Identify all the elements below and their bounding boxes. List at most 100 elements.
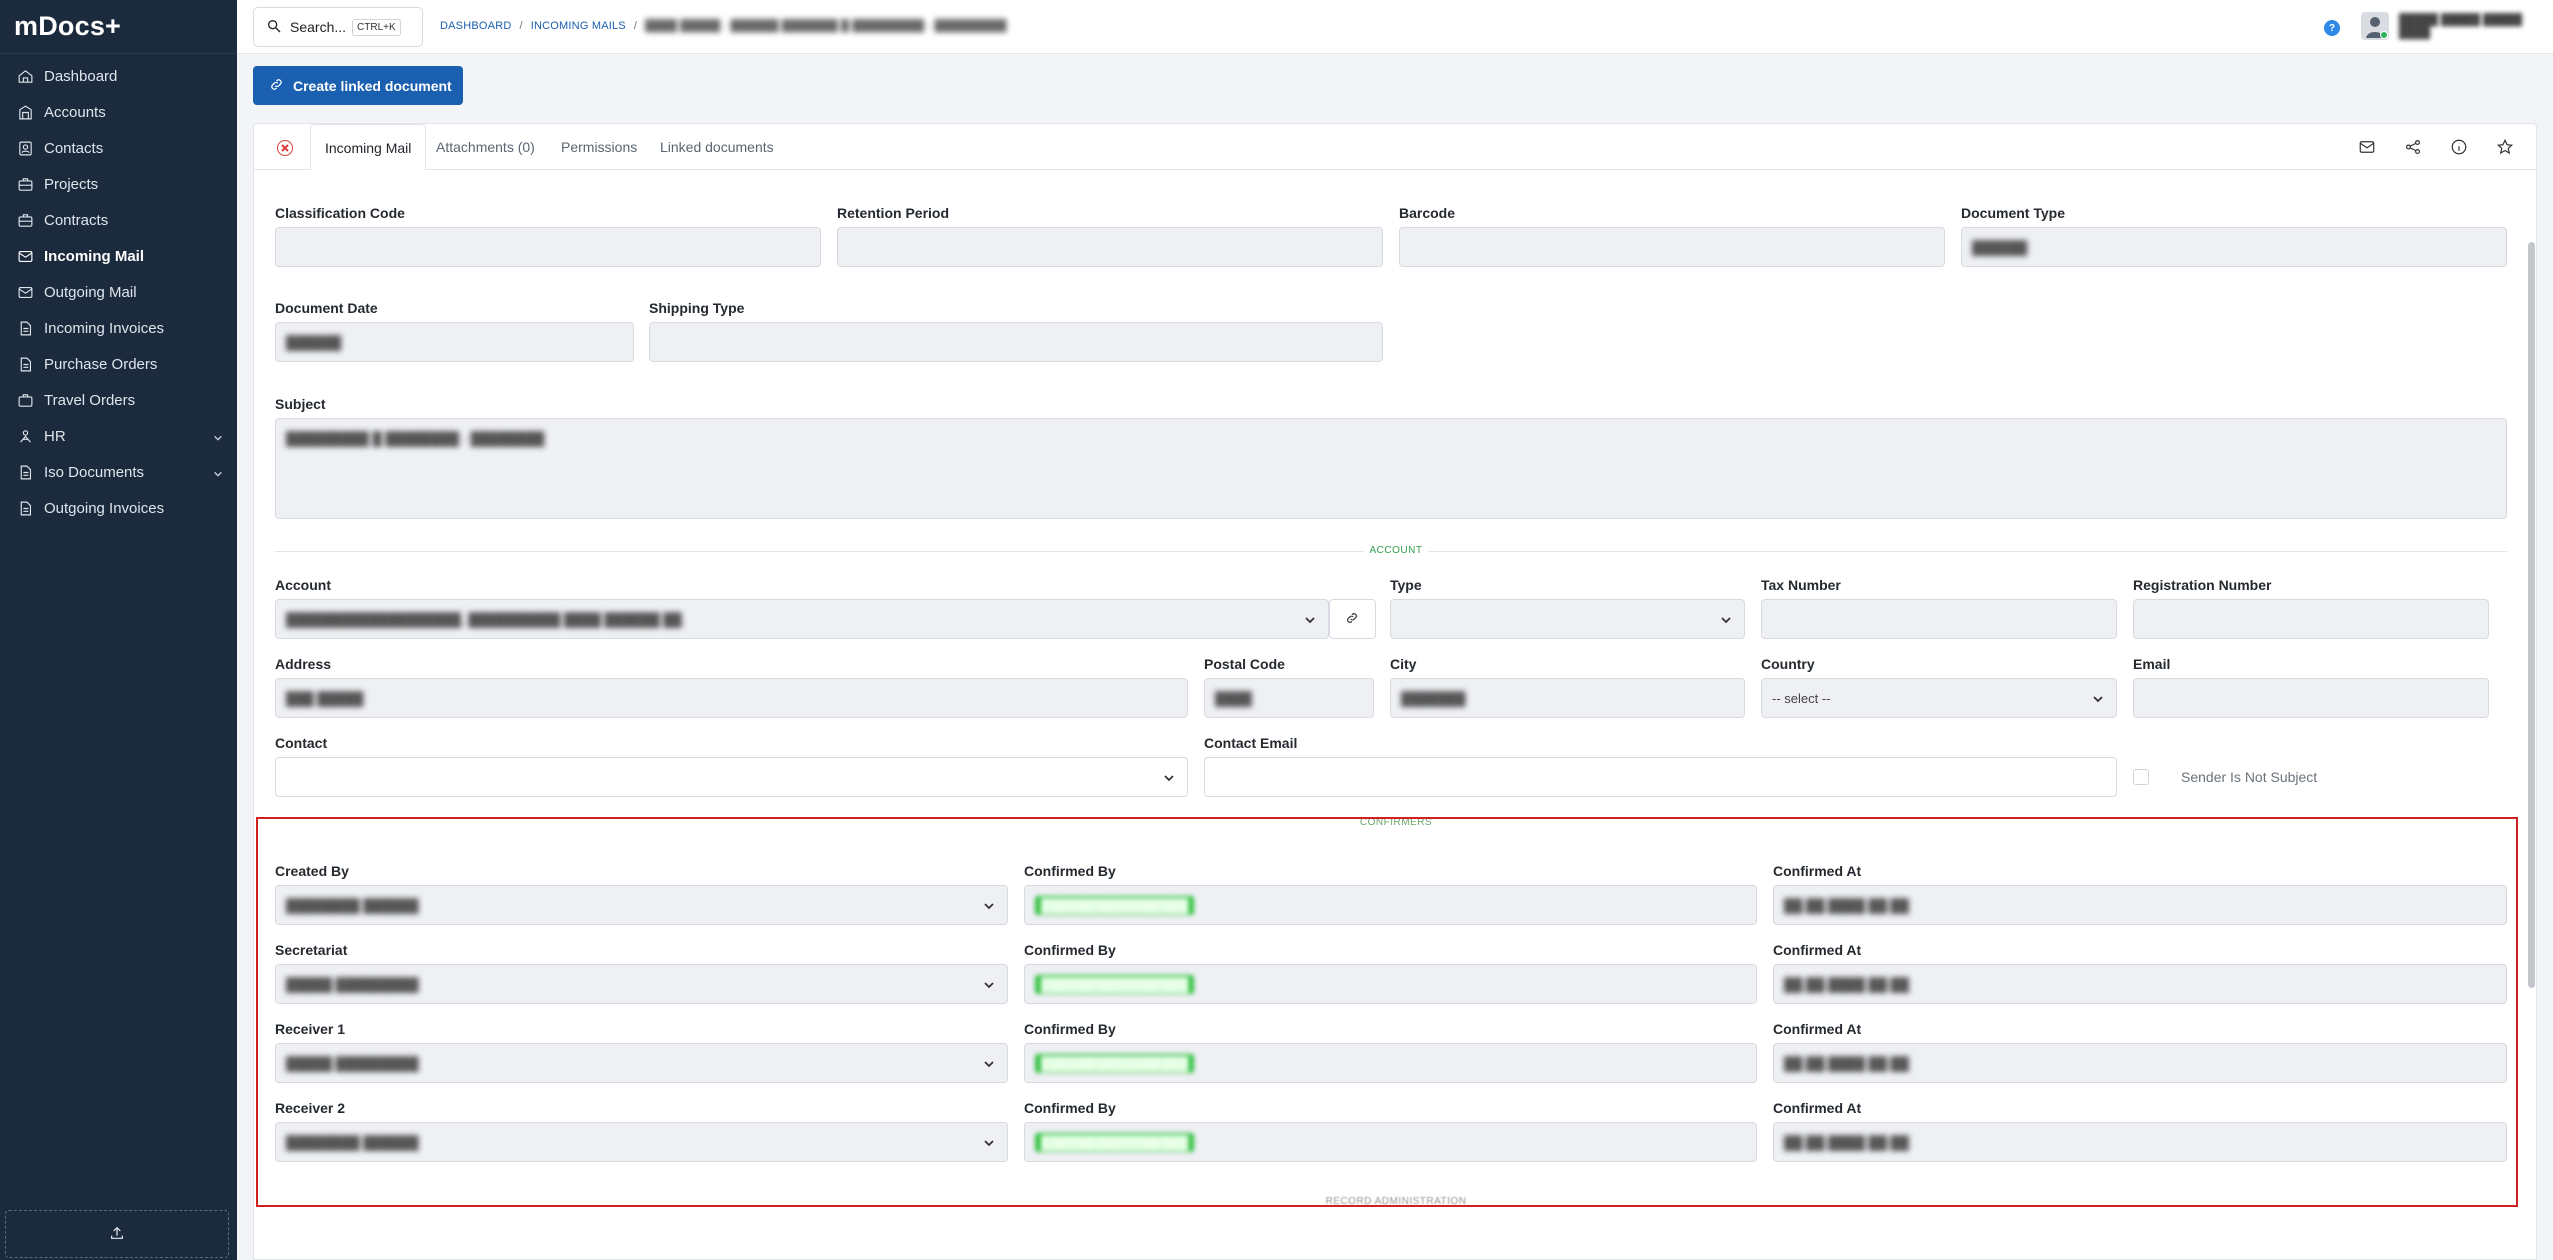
user-name[interactable]: █████ █████ █████ ████	[2399, 14, 2522, 40]
tab-attachments[interactable]: Attachments (0)	[436, 124, 535, 170]
retention-period-label: Retention Period	[837, 205, 950, 221]
close-document-icon[interactable]	[277, 140, 293, 156]
tab-permissions[interactable]: Permissions	[561, 124, 637, 170]
tab-incoming-mail[interactable]: Incoming Mail	[310, 124, 427, 171]
confirmed-by-field: ████████████████	[1024, 1122, 1757, 1162]
receiver-2-select[interactable]: ████████ ██████	[275, 1122, 1008, 1162]
postal-code-input[interactable]: ████	[1204, 678, 1374, 718]
search-shortcut: CTRL+K	[352, 18, 401, 36]
shipping-type-input[interactable]	[649, 322, 1383, 362]
mail-icon[interactable]	[2358, 138, 2376, 156]
account-select[interactable]: ███████████████████, ██████████ ████ ███…	[275, 599, 1329, 639]
sender-not-subject-label: Sender Is Not Subject	[2181, 769, 2318, 785]
search-button[interactable]: Search... CTRL+K	[253, 7, 423, 47]
online-status-dot	[2380, 31, 2388, 39]
confirmed-at-label: Confirmed At	[1773, 942, 1862, 958]
email-label: Email	[2133, 656, 2171, 672]
contact-email-input[interactable]	[1204, 757, 2117, 797]
sidebar: mDocs+ Dashboard Accounts Contacts Proje…	[0, 0, 237, 1260]
sidebar-item-label: Incoming Mail	[44, 247, 145, 265]
tabs: Incoming Mail Attachments (0) Permission…	[254, 124, 2536, 171]
breadcrumb-dashboard[interactable]: DASHBOARD	[440, 20, 511, 32]
confirmed-by-field: ████████████████	[1024, 1043, 1757, 1083]
sidebar-item-travel-orders[interactable]: Travel Orders	[0, 382, 237, 418]
sidebar-item-label: Contracts	[44, 211, 109, 229]
suitcase-icon	[16, 391, 34, 409]
tab-linked-documents[interactable]: Linked documents	[660, 124, 774, 170]
retention-period-input[interactable]	[837, 227, 1383, 267]
created-by-select[interactable]: ████████ ██████	[275, 885, 1008, 925]
barcode-label: Barcode	[1399, 205, 1456, 221]
sidebar-item-iso-documents[interactable]: Iso Documents	[0, 454, 237, 490]
app-logo[interactable]: mDocs+	[0, 0, 237, 54]
sidebar-item-dashboard[interactable]: Dashboard	[0, 58, 237, 94]
confirmed-at-field: ██.██.████ ██:██	[1773, 1122, 2507, 1162]
document-type-input[interactable]: ██████	[1961, 227, 2507, 267]
star-icon[interactable]	[2496, 138, 2514, 156]
address-input[interactable]: ███ █████	[275, 678, 1188, 718]
document-icon	[16, 319, 34, 337]
sidebar-item-contacts[interactable]: Contacts	[0, 130, 237, 166]
account-link-button[interactable]	[1329, 599, 1376, 639]
chevron-down-icon[interactable]	[213, 466, 223, 477]
city-label: City	[1390, 656, 1417, 672]
sidebar-item-label: Iso Documents	[44, 463, 145, 481]
confirmed-by-label: Confirmed By	[1024, 1100, 1116, 1116]
secretariat-select[interactable]: █████ █████████	[275, 964, 1008, 1004]
country-select[interactable]: -- select --	[1761, 678, 2117, 718]
scrollbar[interactable]	[2528, 242, 2535, 988]
sidebar-item-contracts[interactable]: Contracts	[0, 202, 237, 238]
avatar[interactable]	[2361, 12, 2389, 40]
chevron-down-icon	[983, 1058, 995, 1070]
sidebar-item-accounts[interactable]: Accounts	[0, 94, 237, 130]
type-select[interactable]	[1390, 599, 1745, 639]
help-icon[interactable]: ?	[2324, 20, 2340, 36]
create-linked-document-button[interactable]: Create linked document	[253, 66, 463, 105]
sidebar-item-outgoing-mail[interactable]: Outgoing Mail	[0, 274, 237, 310]
mail-icon	[16, 283, 34, 301]
confirmed-by-label: Confirmed By	[1024, 942, 1116, 958]
sidebar-item-hr[interactable]: HR	[0, 418, 237, 454]
type-label: Type	[1390, 577, 1422, 593]
sidebar-item-purchase-orders[interactable]: Purchase Orders	[0, 346, 237, 382]
share-icon[interactable]	[2404, 138, 2422, 156]
confirmed-at-field: ██.██.████ ██:██	[1773, 885, 2507, 925]
upload-dropzone[interactable]	[5, 1210, 229, 1258]
info-icon[interactable]	[2450, 138, 2468, 156]
link-icon	[1345, 611, 1359, 628]
sender-not-subject-checkbox[interactable]	[2133, 769, 2149, 785]
document-icon	[16, 463, 34, 481]
shipping-type-label: Shipping Type	[649, 300, 745, 316]
document-date-input[interactable]: ██████	[275, 322, 634, 362]
main-content: Create linked document Incoming Mail Att…	[237, 54, 2553, 1260]
chevron-down-icon[interactable]	[213, 430, 223, 441]
briefcase-icon	[16, 175, 34, 193]
subject-textarea[interactable]: █████████ █ ████████ - ████████	[275, 418, 2507, 519]
chevron-down-icon	[1304, 614, 1316, 626]
classification-code-input[interactable]	[275, 227, 821, 267]
confirmed-at-label: Confirmed At	[1773, 1021, 1862, 1037]
sidebar-item-label: Outgoing Mail	[44, 283, 137, 301]
confirmed-by-label: Confirmed By	[1024, 1021, 1116, 1037]
sidebar-item-incoming-mail[interactable]: Incoming Mail	[0, 238, 237, 274]
email-input[interactable]	[2133, 678, 2489, 718]
breadcrumb-incoming-mails[interactable]: INCOMING MAILS	[531, 20, 626, 32]
tax-number-input[interactable]	[1761, 599, 2117, 639]
sidebar-item-outgoing-invoices[interactable]: Outgoing Invoices	[0, 490, 237, 526]
barcode-input[interactable]	[1399, 227, 1945, 267]
receiver-1-select[interactable]: █████ █████████	[275, 1043, 1008, 1083]
sidebar-item-label: Contacts	[44, 139, 104, 157]
registration-number-label: Registration Number	[2133, 577, 2272, 593]
sidebar-item-projects[interactable]: Projects	[0, 166, 237, 202]
confirmed-by-field: ████████████████	[1024, 885, 1757, 925]
document-card: Incoming Mail Attachments (0) Permission…	[253, 123, 2537, 1260]
chevron-down-icon	[983, 900, 995, 912]
subject-label: Subject	[275, 396, 326, 412]
contact-select[interactable]	[275, 757, 1188, 797]
city-input[interactable]: ███████	[1390, 678, 1745, 718]
sidebar-item-incoming-invoices[interactable]: Incoming Invoices	[0, 310, 237, 346]
sidebar-item-label: Travel Orders	[44, 391, 136, 409]
chevron-down-icon	[983, 1137, 995, 1149]
sidebar-item-label: Purchase Orders	[44, 355, 158, 373]
registration-number-input[interactable]	[2133, 599, 2489, 639]
